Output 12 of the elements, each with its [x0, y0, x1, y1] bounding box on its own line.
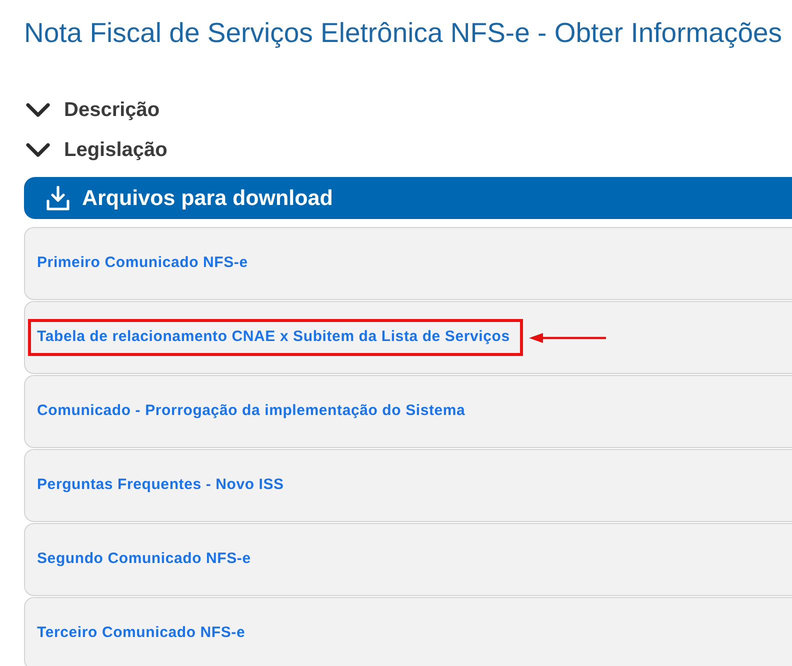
download-icon [46, 186, 70, 210]
section-toggle[interactable]: Descrição [64, 95, 160, 125]
download-link[interactable]: Primeiro Comunicado NFS-e [37, 252, 248, 275]
download-link[interactable]: Comunicado - Prorrogação da implementação do Sistema [37, 400, 466, 423]
section-heading: Arquivos para download [82, 184, 333, 212]
download-link[interactable]: Tabela de relacionamento CNAE x Subitem da Lista de Serviços [37, 326, 510, 349]
download-link[interactable]: Terceiro Comunicado NFS-e [37, 622, 246, 645]
page-title: Nota Fiscal de Serviços Eletrônica NFS-e - Obter Informações [24, 16, 784, 50]
annotation-arrow-icon [528, 332, 607, 344]
download-link[interactable]: Segundo Comunicado NFS-e [37, 548, 251, 571]
section-toggle[interactable]: Legislação [64, 135, 168, 165]
download-link[interactable]: Perguntas Frequentes - Novo ISS [37, 474, 284, 497]
